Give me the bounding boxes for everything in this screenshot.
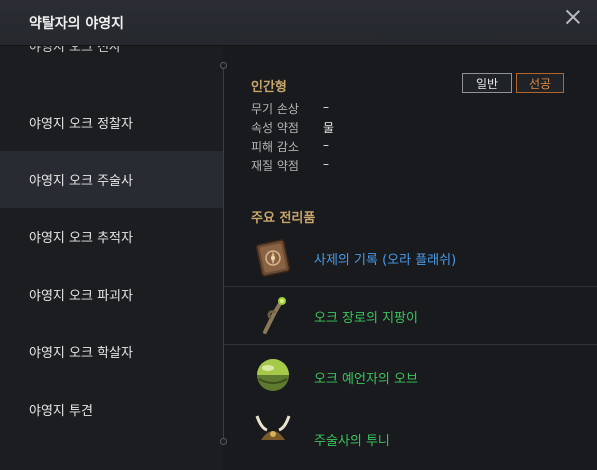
sidebar-item-label: 야영지 오크 파괴자 (29, 289, 133, 304)
sidebar-item-orc-destroyer[interactable]: 야영지 오크 파괴자 (0, 266, 223, 323)
sidebar-item-orc-scout[interactable]: 야영지 오크 정찰자 (0, 94, 223, 151)
loot-item[interactable]: 주술사의 투니 (224, 410, 597, 467)
sidebar-item-label: 야영지 오크 학살자 (29, 346, 133, 361)
monster-detail: 인간형 일반 선공 무기 손상 – 속성 약점 물 피해 감소 – 재질 약점 … (224, 46, 597, 470)
stat-value: 물 (323, 121, 335, 135)
book-icon (255, 239, 291, 277)
monster-list[interactable]: 야영지 오크 전사 야영지 오크 정찰자 야영지 오크 주술사 야영지 오크 추… (0, 46, 223, 470)
codex-window: 약탈자의 야영지 야영지 오크 전사 야영지 오크 정찰자 야영지 오크 주술사… (0, 0, 597, 470)
sidebar-item-label: 야영지 오크 주술사 (29, 174, 133, 189)
close-icon[interactable] (562, 6, 584, 28)
loot-item-name: 주술사의 투니 (314, 434, 390, 449)
sidebar-item-war-dog[interactable]: 야영지 투견 (0, 381, 223, 438)
monster-type: 인간형 (251, 80, 287, 95)
sidebar-item-orc-warrior[interactable]: 야영지 오크 전사 (0, 46, 223, 70)
stat-value: – (323, 138, 329, 152)
sidebar-item-orc-slayer[interactable]: 야영지 오크 학살자 (0, 323, 223, 380)
sidebar-item-orc-tracker[interactable]: 야영지 오크 추적자 (0, 208, 223, 265)
sidebar-item-label: 야영지 오크 정찰자 (29, 117, 133, 132)
loot-item-name: 사제의 기록 (오라 플래쉬) (314, 253, 457, 268)
sidebar-item-label: 야영지 오크 추적자 (29, 231, 133, 246)
horned-helm-icon (255, 415, 291, 440)
stat-row-material-weakness: 재질 약점 – (251, 157, 329, 174)
stat-label: 속성 약점 (251, 121, 299, 135)
stat-label: 재질 약점 (251, 159, 299, 173)
window-title: 약탈자의 야영지 (29, 16, 125, 32)
stat-row-element-weakness: 속성 약점 물 (251, 119, 334, 136)
stat-row-weapon-damage: 무기 손상 – (251, 100, 329, 117)
stat-label: 피해 감소 (251, 140, 299, 154)
loot-section-title: 주요 전리품 (251, 211, 316, 226)
loot-item-name: 오크 예언자의 오브 (314, 372, 418, 387)
title-bar: 약탈자의 야영지 (0, 0, 597, 46)
loot-item[interactable]: 오크 예언자의 오브 (224, 346, 597, 403)
sidebar-item-orc-shaman[interactable]: 야영지 오크 주술사 (0, 151, 223, 208)
staff-icon (263, 297, 286, 334)
loot-item[interactable]: 오크 장로의 지팡이 (224, 288, 597, 345)
stat-value: – (323, 157, 329, 171)
normal-toggle-button[interactable]: 일반 (462, 73, 512, 93)
sidebar-item-label: 야영지 오크 전사 (29, 46, 121, 55)
aggressive-toggle-button[interactable]: 선공 (516, 73, 564, 93)
stat-label: 무기 손상 (251, 102, 299, 116)
loot-item-name: 오크 장로의 지팡이 (314, 311, 418, 326)
stat-value: – (323, 100, 329, 114)
sidebar-item-label: 야영지 투견 (29, 404, 93, 419)
loot-item[interactable]: 사제의 기록 (오라 플래쉬) (224, 230, 597, 287)
stat-row-damage-reduction: 피해 감소 – (251, 138, 329, 155)
orb-icon (257, 359, 289, 391)
